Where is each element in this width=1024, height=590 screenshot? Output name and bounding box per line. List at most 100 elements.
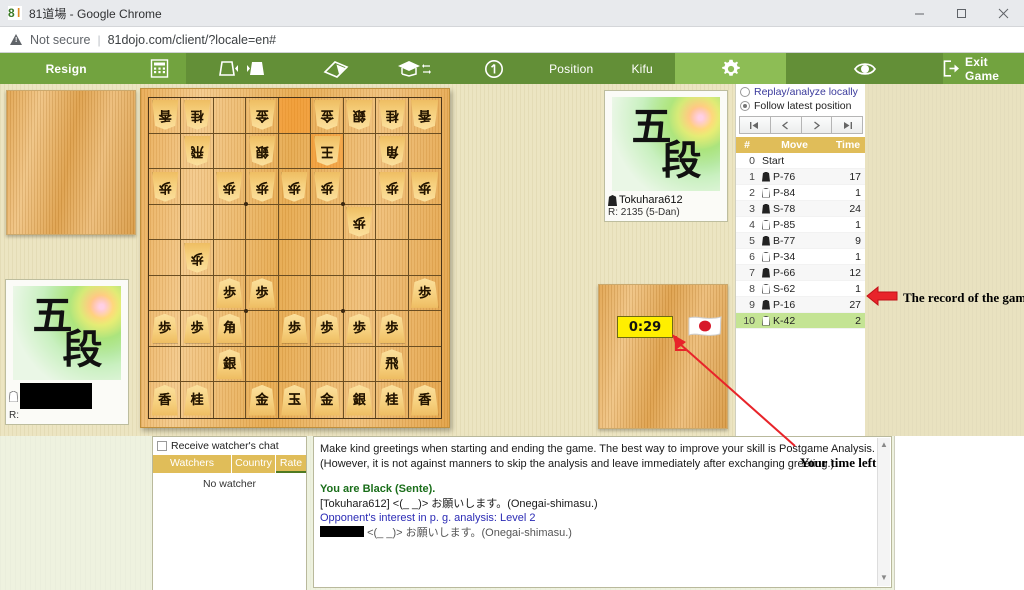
nav-next-button[interactable] — [800, 116, 833, 134]
board-square[interactable] — [278, 240, 312, 276]
move-row[interactable]: 5 B-77 9 — [736, 233, 865, 249]
move-row[interactable]: 7 P-66 12 — [736, 265, 865, 281]
board-square[interactable] — [181, 346, 214, 383]
board-square[interactable]: 飛 — [181, 133, 214, 170]
nav-last-button[interactable] — [831, 116, 863, 134]
board-piece[interactable]: 歩 — [378, 313, 406, 344]
board-square[interactable]: 歩 — [278, 169, 312, 205]
move-row[interactable]: 8 S-62 1 — [736, 281, 865, 297]
board-square[interactable] — [408, 134, 441, 170]
board-grid[interactable]: 香桂金金銀桂香飛銀王角歩歩歩歩歩歩歩歩歩歩歩歩歩歩角歩歩歩歩銀飛香桂金玉金銀桂香 — [148, 97, 442, 419]
board-square[interactable] — [376, 275, 409, 312]
board-piece[interactable]: 香 — [411, 384, 439, 416]
chat-log-scrollbar[interactable]: ▲ ▼ — [877, 438, 890, 586]
board-piece[interactable]: 金 — [313, 384, 341, 416]
board-piece[interactable]: 歩 — [249, 172, 275, 202]
move-row[interactable]: 3 S-78 24 — [736, 201, 865, 217]
board-square[interactable] — [246, 346, 279, 383]
board-square[interactable]: 銀 — [344, 382, 377, 418]
move-row[interactable]: 4 P-85 1 — [736, 217, 865, 233]
board-piece[interactable]: 金 — [249, 100, 275, 130]
board-square[interactable] — [246, 311, 279, 347]
scroll-down-arrow-icon[interactable]: ▼ — [880, 573, 888, 584]
board-square[interactable]: 歩 — [246, 169, 279, 205]
board-piece[interactable]: 桂 — [184, 100, 210, 130]
board-piece[interactable]: 香 — [411, 100, 438, 130]
board-piece[interactable]: 歩 — [216, 278, 243, 308]
board-piece[interactable]: 歩 — [314, 172, 340, 202]
board-square[interactable]: 歩 — [181, 311, 214, 347]
board-square[interactable]: 歩 — [213, 169, 248, 207]
board-square[interactable] — [278, 275, 312, 312]
board-square[interactable] — [214, 382, 247, 418]
board-square[interactable]: 金 — [311, 98, 344, 134]
board-square[interactable] — [278, 204, 312, 241]
board-square[interactable] — [408, 240, 441, 276]
board-square[interactable]: 玉 — [279, 382, 312, 418]
board-square[interactable]: 香 — [409, 382, 441, 418]
board-piece[interactable]: 歩 — [346, 313, 373, 344]
exit-game-button[interactable]: Exit Game — [943, 53, 1024, 84]
board-square[interactable]: 歩 — [311, 311, 344, 347]
board-square[interactable]: 歩 — [181, 240, 214, 276]
nav-first-button[interactable] — [739, 116, 771, 134]
close-button[interactable] — [982, 0, 1024, 27]
board-piece[interactable]: 歩 — [313, 313, 341, 344]
board-square[interactable]: 桂 — [181, 382, 214, 418]
board-piece[interactable]: 歩 — [184, 243, 210, 273]
board-piece[interactable]: 歩 — [183, 313, 211, 344]
board-piece[interactable]: 銀 — [216, 349, 243, 380]
board-piece[interactable]: 角 — [216, 313, 243, 344]
board-square[interactable] — [311, 275, 346, 313]
move-row[interactable]: 10 K-42 2 — [736, 313, 865, 329]
board-piece[interactable]: 桂 — [183, 384, 211, 416]
board-square[interactable] — [311, 204, 344, 241]
calculator-button[interactable] — [132, 53, 187, 84]
board-square[interactable] — [311, 240, 344, 276]
board-square[interactable] — [278, 346, 312, 383]
board-square[interactable] — [246, 240, 279, 276]
board-square[interactable]: 歩 — [376, 311, 409, 347]
board-piece[interactable]: 歩 — [411, 278, 439, 308]
board-piece[interactable]: 銀 — [346, 100, 372, 130]
board-square[interactable]: 香 — [149, 382, 182, 418]
board-square[interactable] — [408, 205, 441, 241]
board-square[interactable]: 歩 — [343, 204, 377, 241]
board-square[interactable] — [181, 204, 214, 241]
browser-urlbar[interactable]: Not secure | 81dojo.com/client/?locale=e… — [0, 27, 1024, 53]
move-row[interactable]: 6 P-34 1 — [736, 249, 865, 265]
board-piece[interactable]: 王 — [314, 136, 340, 166]
url-text[interactable]: 81dojo.com/client/?locale=en# — [108, 33, 277, 47]
board-square[interactable] — [343, 275, 377, 312]
board-piece[interactable]: 歩 — [281, 313, 308, 344]
board-piece[interactable]: 玉 — [281, 384, 308, 416]
move-row[interactable]: 9 P-16 27 — [736, 297, 865, 313]
board-piece[interactable]: 桂 — [379, 100, 405, 130]
board-piece[interactable]: 歩 — [216, 172, 242, 202]
board-square[interactable]: 角 — [376, 133, 409, 170]
board-square[interactable]: 王 — [311, 133, 344, 170]
board-square[interactable]: 歩 — [246, 275, 279, 312]
board-square[interactable] — [343, 240, 377, 276]
board-square[interactable] — [376, 240, 409, 276]
board-square[interactable]: 桂 — [376, 98, 409, 134]
shogi-board[interactable]: 香桂金金銀桂香飛銀王角歩歩歩歩歩歩歩歩歩歩歩歩歩歩角歩歩歩歩銀飛香桂金玉金銀桂香 — [140, 88, 450, 428]
board-piece[interactable]: 歩 — [151, 313, 178, 344]
board-square[interactable] — [149, 240, 182, 276]
resign-button[interactable]: Resign — [0, 53, 133, 84]
board-square[interactable] — [213, 204, 247, 241]
settings-button[interactable] — [674, 53, 787, 84]
board-square[interactable] — [246, 204, 279, 241]
scroll-up-arrow-icon[interactable]: ▲ — [880, 440, 888, 451]
board-piece[interactable]: 歩 — [411, 172, 438, 202]
board-square[interactable] — [149, 133, 182, 170]
board-square[interactable]: 金 — [311, 382, 344, 418]
board-square[interactable]: 歩 — [278, 311, 312, 347]
board-square[interactable]: 飛 — [376, 346, 409, 383]
board-square[interactable]: 金 — [246, 98, 279, 134]
move-row[interactable]: 1 P-76 17 — [736, 169, 865, 185]
board-square[interactable] — [213, 133, 247, 170]
board-piece[interactable]: 桂 — [378, 384, 406, 416]
move-row[interactable]: 2 P-84 1 — [736, 185, 865, 201]
move-list[interactable]: 0 Start 1 P-76 17 2 P-84 1 3 S-78 24 4 P-85 1 5 B-77 9 6 P… — [736, 153, 865, 329]
